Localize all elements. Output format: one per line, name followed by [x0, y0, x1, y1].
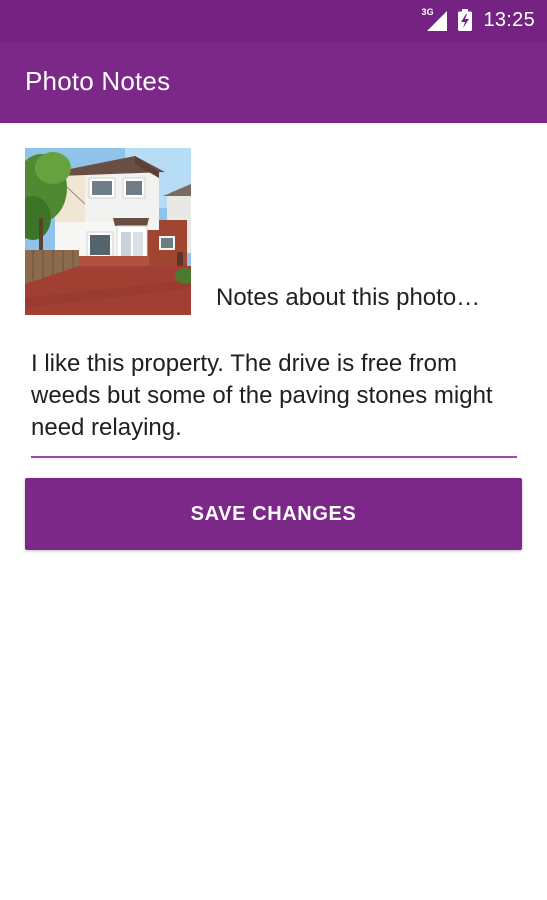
photo-caption: Notes about this photo… [216, 284, 481, 311]
house-photo[interactable] [25, 148, 191, 315]
notes-underline [31, 456, 517, 458]
house-photo-image [25, 148, 191, 315]
clock: 13:25 [483, 8, 535, 31]
screen: 3G 13:25 Photo Notes Notes about this ph… [0, 0, 547, 900]
status-icons: 3G 13:25 [421, 6, 535, 34]
app-title: Photo Notes [25, 66, 171, 96]
notes-text[interactable]: I like this property. The drive is free … [31, 348, 517, 444]
save-changes-button[interactable]: SAVE CHANGES [25, 478, 522, 550]
status-bar: 3G 13:25 [0, 0, 547, 42]
battery-charging-icon [457, 9, 473, 31]
signal-icon: 3G [421, 7, 448, 31]
notes-field[interactable]: I like this property. The drive is free … [31, 348, 517, 460]
app-bar: Photo Notes [0, 42, 547, 123]
save-changes-label: SAVE CHANGES [190, 502, 357, 525]
